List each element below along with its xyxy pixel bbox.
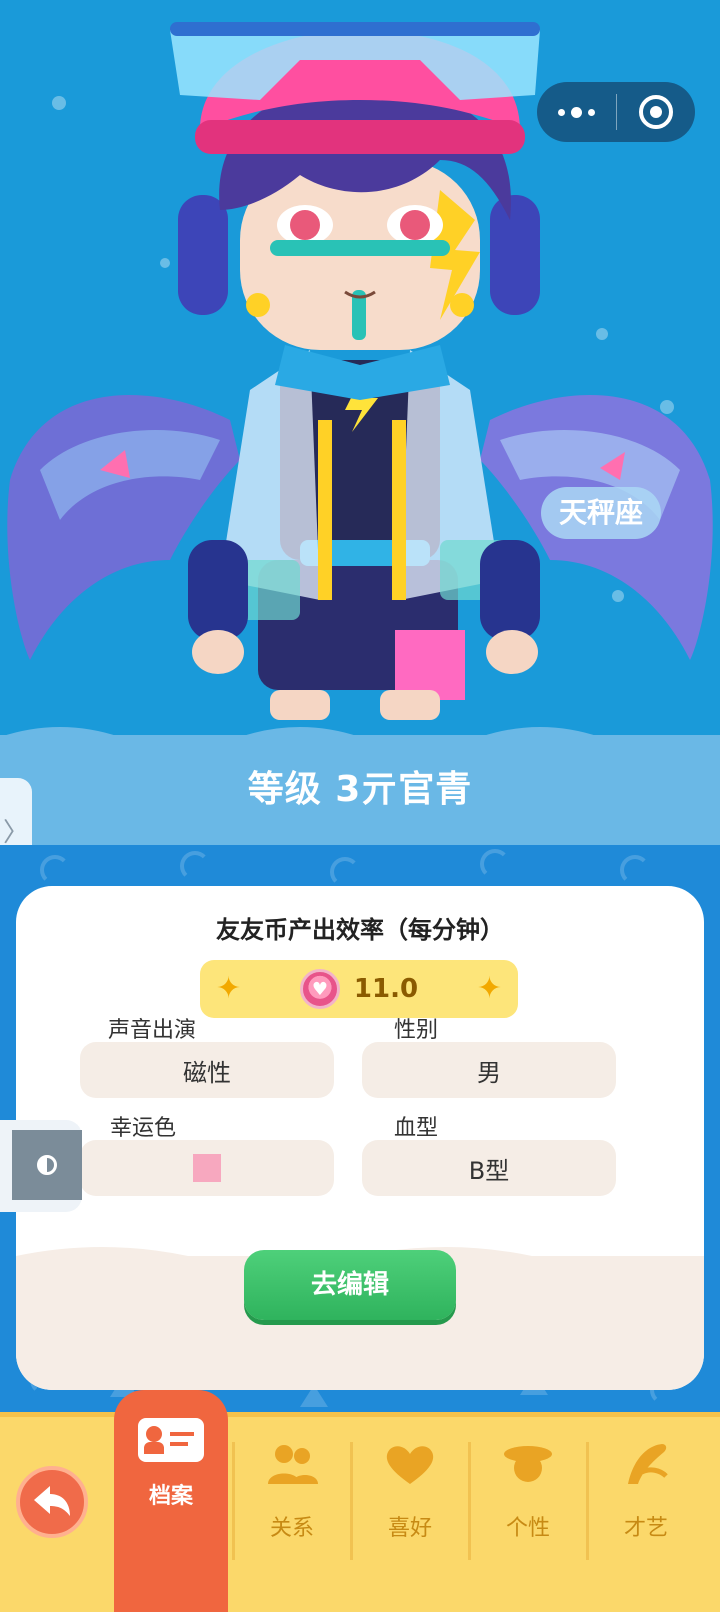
coin-rate-title: 友友币产出效率（每分钟） — [216, 916, 504, 944]
hat-face-icon — [504, 1446, 552, 1482]
tab-talent-label: 才艺 — [623, 1516, 668, 1541]
gender-label: 性别 — [394, 1018, 439, 1043]
heart-coin-icon: ♥ — [299, 969, 340, 1009]
coin-rate-box: ✦ ♥ 11.0 ✦ — [200, 960, 518, 1018]
tab-profile-label: 档案 — [148, 1484, 193, 1509]
talent-icon — [628, 1444, 668, 1484]
bg-pattern — [330, 857, 360, 887]
gender-field: 男 — [362, 1042, 616, 1098]
edit-profile-button[interactable]: 去编辑 — [244, 1250, 456, 1320]
tab-interests[interactable]: 喜好 — [352, 1440, 468, 1560]
voice-field: 磁性 — [80, 1042, 334, 1098]
contrast-icon — [12, 1130, 82, 1200]
bg-pattern — [40, 855, 70, 885]
tab-talent[interactable]: 才艺 — [588, 1440, 704, 1560]
tab-relations[interactable]: 关系 — [234, 1440, 350, 1560]
level-title: 等级 3亓官青 — [247, 769, 473, 810]
miniprogram-capsule — [537, 82, 695, 142]
tab-interests-label: 喜好 — [387, 1516, 432, 1541]
tab-relations-label: 关系 — [269, 1516, 314, 1541]
sparkle-icon: ✦ — [476, 971, 502, 1006]
tab-profile[interactable]: 档案 — [114, 1390, 228, 1612]
bg-pattern — [480, 849, 510, 879]
target-close-icon[interactable] — [617, 82, 695, 142]
id-card-icon — [138, 1418, 204, 1462]
zodiac-badge[interactable]: 天秤座 — [541, 487, 661, 539]
more-dots-icon[interactable] — [537, 82, 616, 142]
bg-pattern — [180, 851, 210, 881]
lucky-color-label: 幸运色 — [110, 1116, 177, 1141]
tab-personality-label: 个性 — [505, 1516, 550, 1541]
wave-divider — [0, 727, 720, 757]
blood-type-label: 血型 — [394, 1116, 439, 1141]
sparkle-icon: ✦ — [216, 971, 242, 1006]
people-icon — [268, 1445, 318, 1484]
back-arrow-icon — [34, 1486, 70, 1516]
heart-icon — [386, 1446, 434, 1484]
back-button[interactable] — [16, 1466, 88, 1538]
profile-card: 友友币产出效率（每分钟） ✦ ♥ 11.0 ✦ 声音出演 磁性 性别 男 幸运色… — [16, 886, 704, 1390]
voice-label: 声音出演 — [108, 1018, 197, 1043]
bg-pattern — [620, 855, 650, 885]
lucky-color-swatch — [193, 1154, 221, 1182]
coin-rate-value: 11.0 — [353, 974, 419, 1004]
tab-personality[interactable]: 个性 — [470, 1440, 586, 1560]
avatar-hero: 天秤座 — [0, 0, 720, 735]
lucky-color-field — [80, 1140, 334, 1196]
theme-toggle-button[interactable] — [0, 1120, 82, 1212]
blood-type-field: B型 — [362, 1140, 616, 1196]
